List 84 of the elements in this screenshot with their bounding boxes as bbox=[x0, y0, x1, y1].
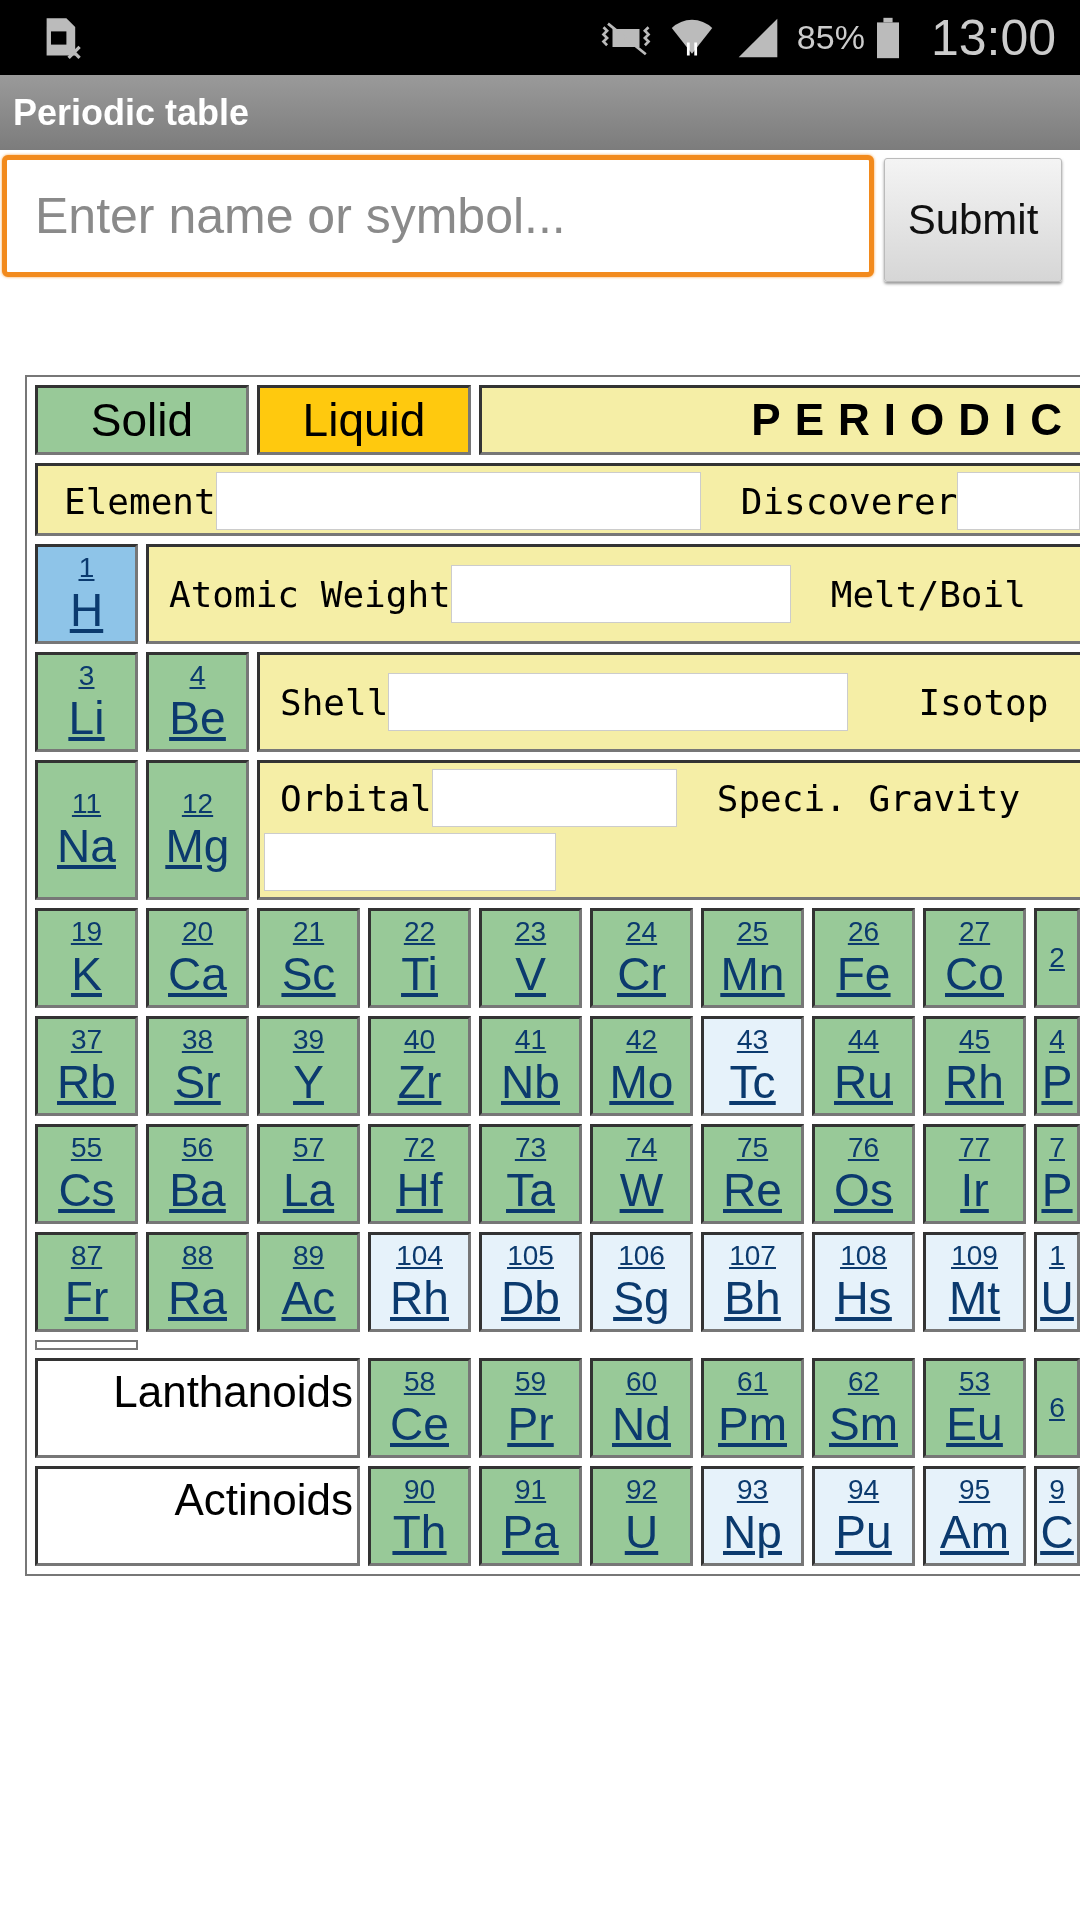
element-cell[interactable]: 27 Co bbox=[923, 908, 1026, 1008]
element-cell[interactable]: 89 Ac bbox=[257, 1232, 360, 1332]
element-cell[interactable]: 19 K bbox=[35, 908, 138, 1008]
info-field[interactable] bbox=[264, 833, 556, 891]
element-cell[interactable]: 41 Nb bbox=[479, 1016, 582, 1116]
element-cell[interactable]: 93 Np bbox=[701, 1466, 804, 1566]
legend-item: Liquid bbox=[257, 385, 471, 455]
element-cell[interactable]: 104 Rh bbox=[368, 1232, 471, 1332]
search-field[interactable]: Enter name or symbol... bbox=[2, 155, 874, 277]
field-label: Speci. Gravity bbox=[716, 777, 1021, 819]
field-label: Shell bbox=[280, 681, 389, 723]
element-cell[interactable]: 90 Th bbox=[368, 1466, 471, 1566]
element-cell[interactable]: 44 Ru bbox=[812, 1016, 915, 1116]
table-title: PERIODIC bbox=[479, 385, 1080, 455]
field-label: Isotop bbox=[918, 681, 1049, 723]
element-cell[interactable]: 62 Sm bbox=[812, 1358, 915, 1458]
element-cell[interactable]: 9 C bbox=[1034, 1466, 1080, 1566]
element-cell[interactable]: 55 Cs bbox=[35, 1124, 138, 1224]
element-cell[interactable]: 94 Pu bbox=[812, 1466, 915, 1566]
element-cell[interactable]: 76 Os bbox=[812, 1124, 915, 1224]
battery-icon bbox=[876, 16, 899, 59]
element-cell[interactable]: 87 Fr bbox=[35, 1232, 138, 1332]
element-cell[interactable]: 7 P bbox=[1034, 1124, 1080, 1224]
element-cell[interactable]: 73 Ta bbox=[479, 1124, 582, 1224]
element-cell[interactable]: 40 Zr bbox=[368, 1016, 471, 1116]
element-cell[interactable]: 95 Am bbox=[923, 1466, 1026, 1566]
element-cell[interactable]: 92 U bbox=[590, 1466, 693, 1566]
element-cell[interactable]: 109 Mt bbox=[923, 1232, 1026, 1332]
element-cell[interactable]: 39 Y bbox=[257, 1016, 360, 1116]
element-cell[interactable]: 6 bbox=[1034, 1358, 1080, 1458]
element-cell[interactable]: 3 Li bbox=[35, 652, 138, 752]
field-label: Element bbox=[64, 480, 216, 522]
element-cell[interactable]: 74 W bbox=[590, 1124, 693, 1224]
element-cell[interactable]: 57 La bbox=[257, 1124, 360, 1224]
element-cell[interactable]: 45 Rh bbox=[923, 1016, 1026, 1116]
info-field[interactable] bbox=[215, 472, 701, 530]
element-cell[interactable]: 24 Cr bbox=[590, 908, 693, 1008]
element-cell[interactable]: 107 Bh bbox=[701, 1232, 804, 1332]
element-cell[interactable]: 1 H bbox=[35, 544, 138, 644]
element-cell[interactable]: 53 Eu bbox=[923, 1358, 1026, 1458]
element-cell[interactable]: 77 Ir bbox=[923, 1124, 1026, 1224]
element-cell[interactable]: 25 Mn bbox=[701, 908, 804, 1008]
element-cell[interactable]: 43 Tc bbox=[701, 1016, 804, 1116]
element-cell[interactable]: 26 Fe bbox=[812, 908, 915, 1008]
element-cell[interactable]: 22 Ti bbox=[368, 908, 471, 1008]
field-label: Discoverer bbox=[740, 480, 958, 522]
element-cell[interactable]: 38 Sr bbox=[146, 1016, 249, 1116]
element-cell[interactable]: 60 Nd bbox=[590, 1358, 693, 1458]
element-cell[interactable]: 61 Pm bbox=[701, 1358, 804, 1458]
series-label: Lanthanoids bbox=[35, 1358, 360, 1458]
app-title: Periodic table bbox=[13, 91, 250, 134]
series-label: Actinoids bbox=[35, 1466, 360, 1566]
element-cell[interactable]: 37 Rb bbox=[35, 1016, 138, 1116]
element-cell[interactable]: 11 Na bbox=[35, 760, 138, 900]
element-cell[interactable]: 88 Ra bbox=[146, 1232, 249, 1332]
element-cell[interactable]: 4 P bbox=[1034, 1016, 1080, 1116]
battery-percent: 85% bbox=[796, 18, 865, 57]
element-cell[interactable]: 75 Re bbox=[701, 1124, 804, 1224]
clock-time: 13:00 bbox=[930, 8, 1056, 67]
element-cell[interactable]: 91 Pa bbox=[479, 1466, 582, 1566]
submit-button[interactable]: Submit bbox=[884, 158, 1062, 282]
info-field[interactable] bbox=[450, 565, 791, 623]
element-cell[interactable]: 72 Hf bbox=[368, 1124, 471, 1224]
element-cell[interactable]: 108 Hs bbox=[812, 1232, 915, 1332]
element-cell[interactable]: 4 Be bbox=[146, 652, 249, 752]
element-cell[interactable]: 58 Ce bbox=[368, 1358, 471, 1458]
element-cell[interactable]: 2 bbox=[1034, 908, 1080, 1008]
element-cell[interactable]: 23 V bbox=[479, 908, 582, 1008]
element-cell[interactable]: 105 Db bbox=[479, 1232, 582, 1332]
legend-item: Solid bbox=[35, 385, 249, 455]
info-field[interactable] bbox=[388, 673, 849, 731]
field-label: Orbital bbox=[280, 777, 432, 819]
info-field[interactable] bbox=[431, 769, 677, 827]
element-cell[interactable]: 42 Mo bbox=[590, 1016, 693, 1116]
field-label: Melt/Boil bbox=[830, 573, 1026, 615]
element-cell[interactable]: 1 U bbox=[1034, 1232, 1080, 1332]
element-cell[interactable]: 59 Pr bbox=[479, 1358, 582, 1458]
element-cell[interactable]: 21 Sc bbox=[257, 908, 360, 1008]
element-cell[interactable]: 20 Ca bbox=[146, 908, 249, 1008]
element-cell[interactable]: 106 Sg bbox=[590, 1232, 693, 1332]
element-cell[interactable]: 56 Ba bbox=[146, 1124, 249, 1224]
element-cell[interactable]: 12 Mg bbox=[146, 760, 249, 900]
field-label: Atomic Weight bbox=[169, 573, 451, 615]
info-field[interactable] bbox=[957, 472, 1080, 530]
